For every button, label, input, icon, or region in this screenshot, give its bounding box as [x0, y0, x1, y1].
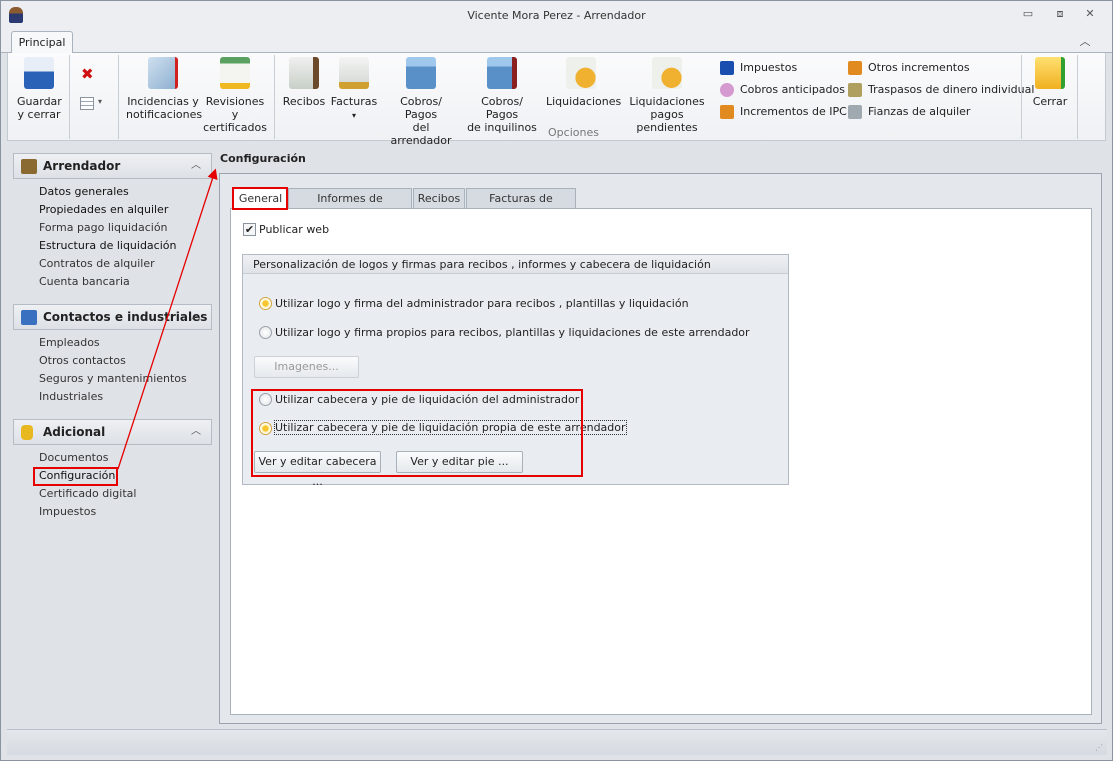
annotation-arrow — [117, 168, 218, 470]
highlight-box — [232, 187, 288, 210]
resize-grip-icon[interactable]: ⋰ — [1095, 743, 1103, 752]
application-window: Vicente Mora Perez - Arrendador ▭ ⧈ ✕ ︿ … — [0, 0, 1113, 761]
status-bar: ⋰ — [7, 729, 1107, 755]
